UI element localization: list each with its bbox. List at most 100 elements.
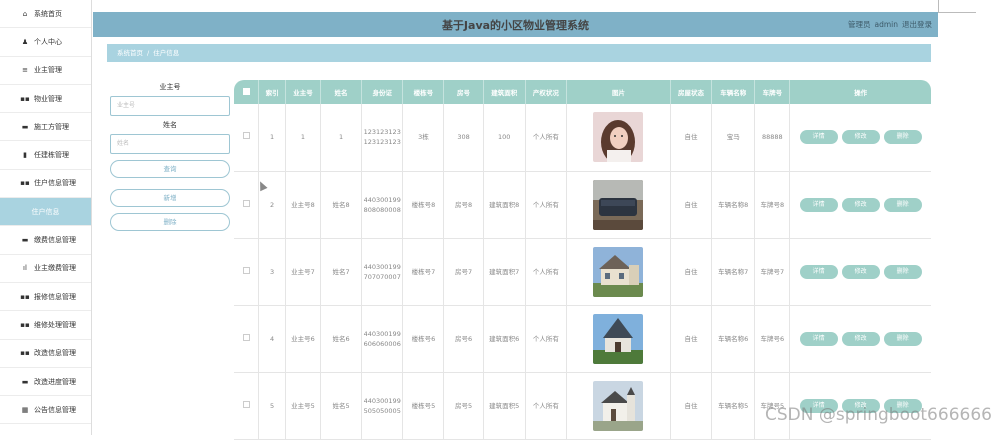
sidebar-item-label: 任建栋管理 [34, 151, 69, 160]
cell-id: 440300199808080008 [361, 171, 404, 239]
cell-id: 123123123123123123 [361, 104, 404, 172]
sidebar-item-label: 改造进度管理 [34, 377, 76, 386]
column-header: 业主号 [285, 80, 321, 104]
grid-icon: ▪▪ [20, 94, 30, 103]
cell-area: 建筑面积5 [483, 372, 526, 440]
edit-button[interactable]: 修改 [841, 197, 880, 212]
cell-car: 车辆名称8 [711, 171, 756, 239]
column-header: 姓名 [320, 80, 363, 104]
sidebar-item[interactable]: ▬ 施工方管理 [0, 113, 91, 142]
sidebar-item[interactable]: ▬ 改造进度管理 [0, 368, 91, 397]
picture-cell [566, 372, 671, 440]
sidebar-item-label: 公告信息管理 [34, 405, 76, 414]
cell-car: 车辆名称5 [711, 372, 756, 440]
table-header: 索引 业主号 姓名 身份证 楼栋号 房号 建筑面积 产权状况 图片 房屋状态 车辆名称 车牌号 操作 [234, 80, 931, 104]
row-checkbox[interactable] [242, 333, 250, 341]
house-photo [593, 112, 644, 163]
sidebar-item[interactable]: ıl 业主缴费管理 [0, 255, 91, 283]
delete-button[interactable]: 删除 [883, 197, 922, 212]
top-header: 基于Java的小区物业管理系统 管理员 admin 退出登录 [93, 12, 938, 37]
sidebar-item[interactable]: ▪▪ 物业管理 [0, 85, 91, 114]
delete-button[interactable]: 删除 [883, 130, 922, 145]
column-header: 索引 [258, 80, 286, 104]
detail-button[interactable]: 详情 [799, 197, 838, 212]
detail-button[interactable]: 详情 [799, 331, 838, 346]
sidebar-item[interactable]: ▪▪ 住户信息管理 [0, 170, 91, 199]
sidebar-item-label: 施工方管理 [34, 122, 69, 131]
owner-label: 业主号 [159, 83, 181, 91]
sidebar-item[interactable]: ▪▪ 改造信息管理 [0, 340, 91, 368]
sidebar-item[interactable]: 住户信息 [0, 198, 91, 227]
house-photo [593, 380, 644, 431]
breadcrumb-home[interactable]: 系统首页 [117, 49, 143, 57]
logout-link[interactable]: 退出登录 [902, 20, 932, 29]
sidebar-item[interactable]: ▪▪ 报修信息管理 [0, 283, 91, 312]
detail-button[interactable]: 详情 [799, 264, 838, 279]
grid-icon: ▪▪ [20, 292, 30, 301]
sidebar-item[interactable]: ▪▪ 维修处理管理 [0, 311, 91, 340]
row-checkbox[interactable] [242, 266, 250, 274]
owner-input[interactable]: 业主号 [110, 96, 230, 116]
watermark: CSDN @springboot666666 [765, 405, 992, 425]
database-icon: ▬ [21, 377, 29, 386]
column-header: 房号 [443, 80, 484, 104]
role-label: 管理员 [848, 20, 871, 29]
sidebar-item[interactable]: ♟ 个人中心 [0, 28, 91, 57]
select-all-checkbox[interactable] [242, 87, 250, 95]
sidebar-item[interactable]: ≡ 业主管理 [0, 57, 91, 85]
breadcrumb-separator: / [147, 49, 150, 57]
query-button[interactable]: 查询 [110, 160, 230, 178]
sidebar-item[interactable]: ⌂ 系统首页 [0, 0, 91, 29]
row-select-cell [234, 171, 260, 239]
cell-index: 5 [258, 372, 286, 440]
table-row: 1 1 1 123123123123123123 3栋 308 100 个人所有 自住 宝马 888… [234, 104, 931, 172]
edit-button[interactable]: 修改 [841, 264, 880, 279]
cell-owner: 业主号5 [285, 372, 321, 440]
sidebar-item[interactable]: ▦ 公告信息管理 [0, 396, 91, 425]
user-area: 管理员 admin 退出登录 [844, 19, 932, 30]
actions-cell: 详情 修改 删除 [789, 104, 931, 172]
cell-plate: 车牌号6 [754, 305, 791, 373]
row-checkbox[interactable] [242, 400, 250, 408]
add-button[interactable]: 新增 [110, 189, 230, 207]
delete-button[interactable]: 删除 [883, 264, 922, 279]
home-icon: ⌂ [22, 9, 28, 18]
sidebar-item[interactable]: ▮ 任建栋管理 [0, 141, 91, 170]
grid-icon: ▪▪ [20, 320, 30, 329]
detail-button[interactable]: 详情 [799, 130, 838, 145]
edit-button[interactable]: 修改 [841, 130, 880, 145]
cell-status: 自住 [670, 171, 713, 239]
table-row: 2 业主号8 姓名8 440300199808080008 楼栋号8 房号8 建筑面积8 个人… [234, 171, 931, 239]
sidebar-item-label: 业主缴费管理 [34, 264, 76, 273]
cell-owner: 业主号6 [285, 305, 321, 373]
breadcrumb: 系统首页 / 住户信息 [107, 44, 931, 62]
name-input[interactable]: 姓名 [110, 134, 230, 154]
clipboard-icon: ▮ [23, 151, 27, 160]
cell-status: 自住 [670, 372, 713, 440]
delete-button[interactable]: 删除 [883, 331, 922, 346]
cell-room: 房号6 [443, 305, 484, 373]
row-select-cell [234, 305, 260, 373]
row-select-cell [234, 238, 260, 306]
house-photo [593, 179, 644, 230]
cell-car: 宝马 [711, 104, 756, 172]
cell-property: 个人所有 [525, 372, 567, 440]
sidebar-item-label: 住户信息 [31, 207, 60, 216]
select-all-header[interactable] [234, 80, 260, 104]
sidebar-item[interactable]: ▬ 缴费信息管理 [0, 226, 91, 255]
cell-building: 楼栋号5 [402, 372, 445, 440]
page-title: 基于Java的小区物业管理系统 [441, 19, 590, 32]
cell-room: 房号5 [443, 372, 484, 440]
sidebar-item-label: 物业管理 [34, 94, 62, 103]
cell-building: 3栋 [402, 104, 445, 172]
picture-cell [566, 305, 671, 373]
batch-delete-button[interactable]: 删除 [110, 213, 230, 231]
row-checkbox[interactable] [242, 199, 250, 207]
column-header: 操作 [854, 89, 868, 97]
edit-button[interactable]: 修改 [841, 331, 880, 346]
column-header: 建筑面积 [483, 80, 526, 104]
cell-area: 建筑面积8 [483, 171, 526, 239]
cell-plate: 88888 [754, 104, 791, 172]
sidebar-item-label: 住户信息管理 [34, 179, 76, 188]
row-checkbox[interactable] [242, 132, 250, 140]
